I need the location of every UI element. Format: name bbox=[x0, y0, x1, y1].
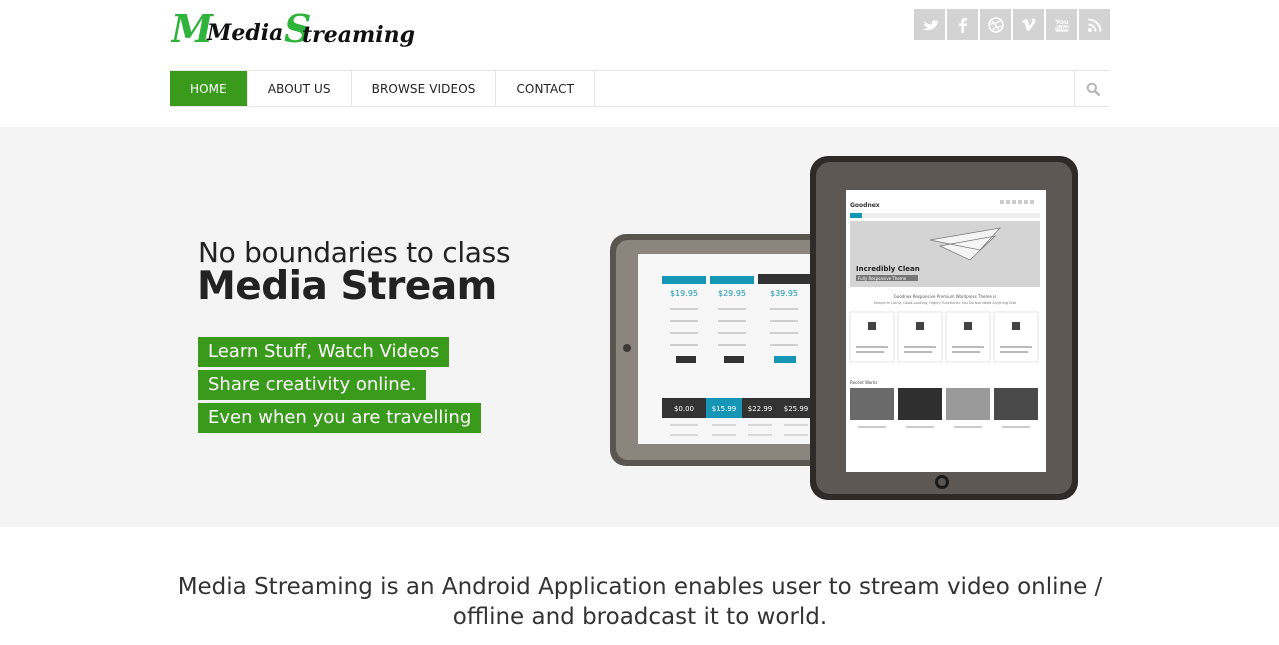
tablets-graphic: $19.95 $29.95 $39.95 $0.00 $15.99 $22.99… bbox=[610, 156, 1078, 500]
svg-text:Tube: Tube bbox=[1055, 26, 1069, 32]
youtube-button[interactable]: You Tube bbox=[1046, 9, 1077, 40]
price-front-4: $25.99 bbox=[784, 405, 809, 413]
nav-item-browse-videos[interactable]: BROWSE VIDEOS bbox=[352, 71, 497, 106]
svg-text:You: You bbox=[1054, 18, 1069, 26]
social-links: You Tube bbox=[914, 9, 1110, 40]
vimeo-button[interactable] bbox=[1013, 9, 1044, 40]
tablet-illustration: $19.95 $29.95 $39.95 $0.00 $15.99 $22.99… bbox=[600, 150, 1090, 520]
mini-banner-title: Incredibly Clean bbox=[856, 265, 920, 273]
intro-text: Media Streaming is an Android Applicatio… bbox=[177, 574, 1103, 630]
price-front-1: $0.00 bbox=[674, 405, 694, 413]
hero-tag-share: Share creativity online. bbox=[198, 370, 427, 400]
hero-title: Media Stream bbox=[197, 264, 497, 309]
nav-item-contact[interactable]: CONTACT bbox=[496, 71, 596, 106]
nav-item-about-us[interactable]: ABOUT US bbox=[248, 71, 352, 106]
twitter-button[interactable] bbox=[914, 9, 945, 40]
rss-icon bbox=[1087, 18, 1101, 32]
portrait-tablet: Goodnex Incredibly Clean Fully Responsiv… bbox=[810, 156, 1078, 500]
logo-text-media: Media bbox=[206, 20, 283, 46]
rss-button[interactable] bbox=[1079, 9, 1110, 40]
hero-tag-learn: Learn Stuff, Watch Videos bbox=[198, 337, 450, 367]
mini-recent: Recent Works bbox=[850, 380, 877, 385]
twitter-icon bbox=[922, 19, 938, 30]
dribbble-icon bbox=[987, 16, 1004, 33]
search-icon bbox=[1086, 82, 1100, 96]
price-front-2: $15.99 bbox=[712, 405, 737, 413]
price-front-3: $22.99 bbox=[748, 405, 773, 413]
mini-tagline: Goodnex Responsive Premium Wordpress The… bbox=[894, 294, 997, 299]
facebook-icon bbox=[958, 17, 967, 33]
logo-text-streaming: treaming bbox=[302, 22, 415, 48]
logo-graphic: M Media S treaming bbox=[169, 6, 415, 51]
youtube-icon: YouTube bbox=[1054, 18, 1069, 32]
dribbble-button[interactable] bbox=[980, 9, 1011, 40]
hero-tag-travel: Even when you are travelling bbox=[198, 403, 482, 433]
mini-brand: Goodnex bbox=[850, 202, 880, 209]
price-back-1: $19.95 bbox=[670, 289, 698, 298]
mini-banner-sub: Fully Responsive Theme bbox=[858, 276, 907, 281]
price-back-2: $29.95 bbox=[718, 289, 746, 298]
nav-item-home[interactable]: HOME bbox=[170, 71, 248, 106]
facebook-button[interactable] bbox=[947, 9, 978, 40]
main-nav: HOME ABOUT US BROWSE VIDEOS CONTACT bbox=[170, 70, 1110, 107]
price-back-3: $39.95 bbox=[770, 289, 798, 298]
site-logo[interactable]: M Media S treaming bbox=[169, 4, 431, 51]
vimeo-icon bbox=[1021, 18, 1035, 31]
search-button[interactable] bbox=[1074, 71, 1110, 106]
mini-tagline-2: Simple in Using, Good-Looking, Highly Fu… bbox=[874, 301, 1017, 305]
